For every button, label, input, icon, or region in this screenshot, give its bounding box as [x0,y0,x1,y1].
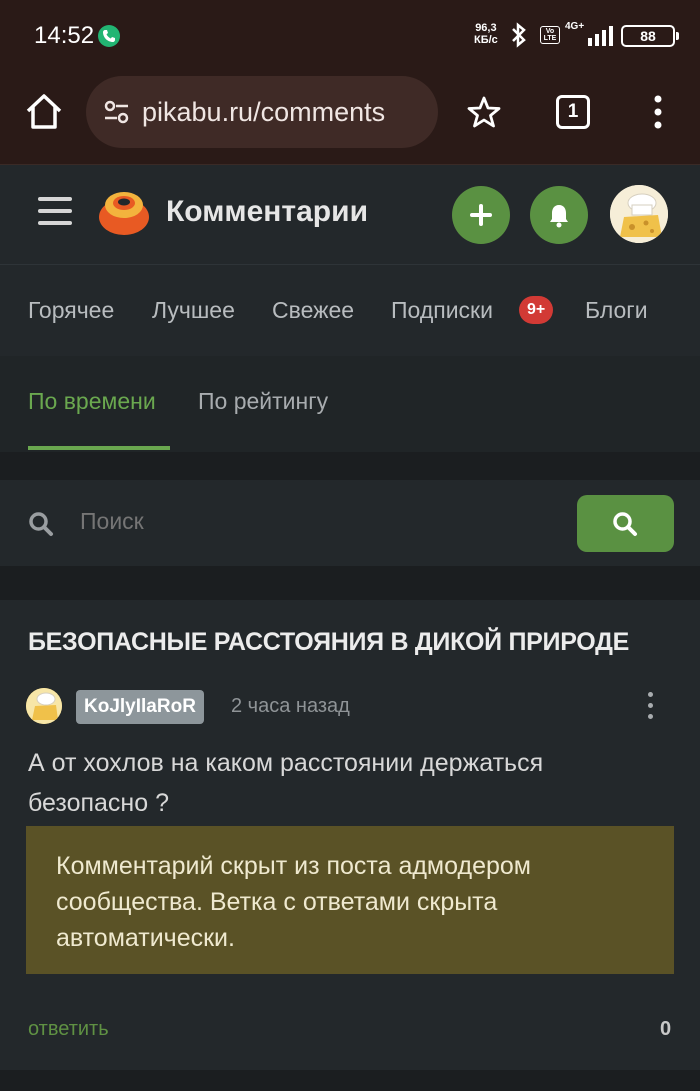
main-nav: Горячее Лучшее Свежее Подписки 9+ Блоги [0,264,700,356]
comment-text: А от хохлов на каком расстоянии держатьс… [28,749,544,817]
sort-by-rating-tab[interactable]: По рейтингу [198,388,328,415]
bookmark-button[interactable] [466,94,502,135]
bell-icon [550,205,568,228]
tab-subscriptions[interactable]: Подписки [391,297,493,324]
hidden-notice-text: Комментарий скрыт из поста адмодером соо… [56,852,531,952]
comment-more-icon[interactable] [648,692,653,725]
tab-switcher-button[interactable]: 1 [556,95,590,129]
pikabu-logo[interactable] [96,187,152,244]
home-button[interactable] [22,90,66,134]
tab-blogs[interactable]: Блоги [585,297,648,324]
comment-card: БЕЗОПАСНЫЕ РАССТОЯНИЯ В ДИКОЙ ПРИРОДЕ Ko… [0,600,700,1070]
add-post-button[interactable] [452,186,510,244]
active-tab-indicator [28,446,170,450]
more-vert-icon [654,95,662,129]
menu-icon[interactable] [38,197,72,229]
browser-toolbar: pikabu.ru/comments 1 [0,72,700,164]
bluetooth-icon [509,22,529,53]
notifications-button[interactable] [530,186,588,244]
status-bar: 14:52 96,3 КБ/с Vo LTE 4G+ 88 [0,0,700,72]
search-icon [28,511,54,542]
address-bar[interactable]: pikabu.ru/comments [86,76,438,148]
comment-rating: 0 [660,1018,672,1040]
sort-by-time-tab[interactable]: По времени [28,388,156,415]
subscriptions-badge: 9+ [519,296,554,324]
commenter-username[interactable]: KoJlyIlaRoR [76,690,204,724]
page-title: Комментарии [166,195,369,228]
commenter-avatar[interactable] [26,688,62,724]
browser-menu-button[interactable] [650,94,666,135]
user-avatar[interactable] [610,185,668,243]
app-header: Комментарии [0,164,700,264]
reply-link[interactable]: ответить [28,1018,109,1041]
search-icon [613,512,637,536]
sort-tabs: По времени По рейтингу [0,356,700,452]
tab-hot[interactable]: Горячее [28,297,114,324]
status-time: 14:52 [34,22,95,49]
star-icon [467,96,501,128]
search-input[interactable] [80,508,380,535]
site-settings-icon[interactable] [102,98,132,131]
battery-icon: 88 [621,25,679,47]
home-icon [26,94,62,129]
tab-best[interactable]: Лучшее [152,297,235,324]
url-text[interactable]: pikabu.ru/comments [142,97,385,128]
hidden-comment-notice: Комментарий скрыт из поста адмодером соо… [26,826,674,974]
net-speed: 96,3 КБ/с [474,22,498,46]
network-type: 4G+ [565,21,585,32]
active-call-icon [98,25,120,47]
search-bar [0,480,700,566]
comment-timestamp[interactable]: 2 часа назад [231,695,350,718]
search-button[interactable] [577,495,674,552]
signal-icon [588,26,614,51]
tab-fresh[interactable]: Свежее [272,297,354,324]
post-title[interactable]: БЕЗОПАСНЫЕ РАССТОЯНИЯ В ДИКОЙ ПРИРОДЕ [28,628,629,657]
volte-icon: Vo LTE [540,26,560,44]
